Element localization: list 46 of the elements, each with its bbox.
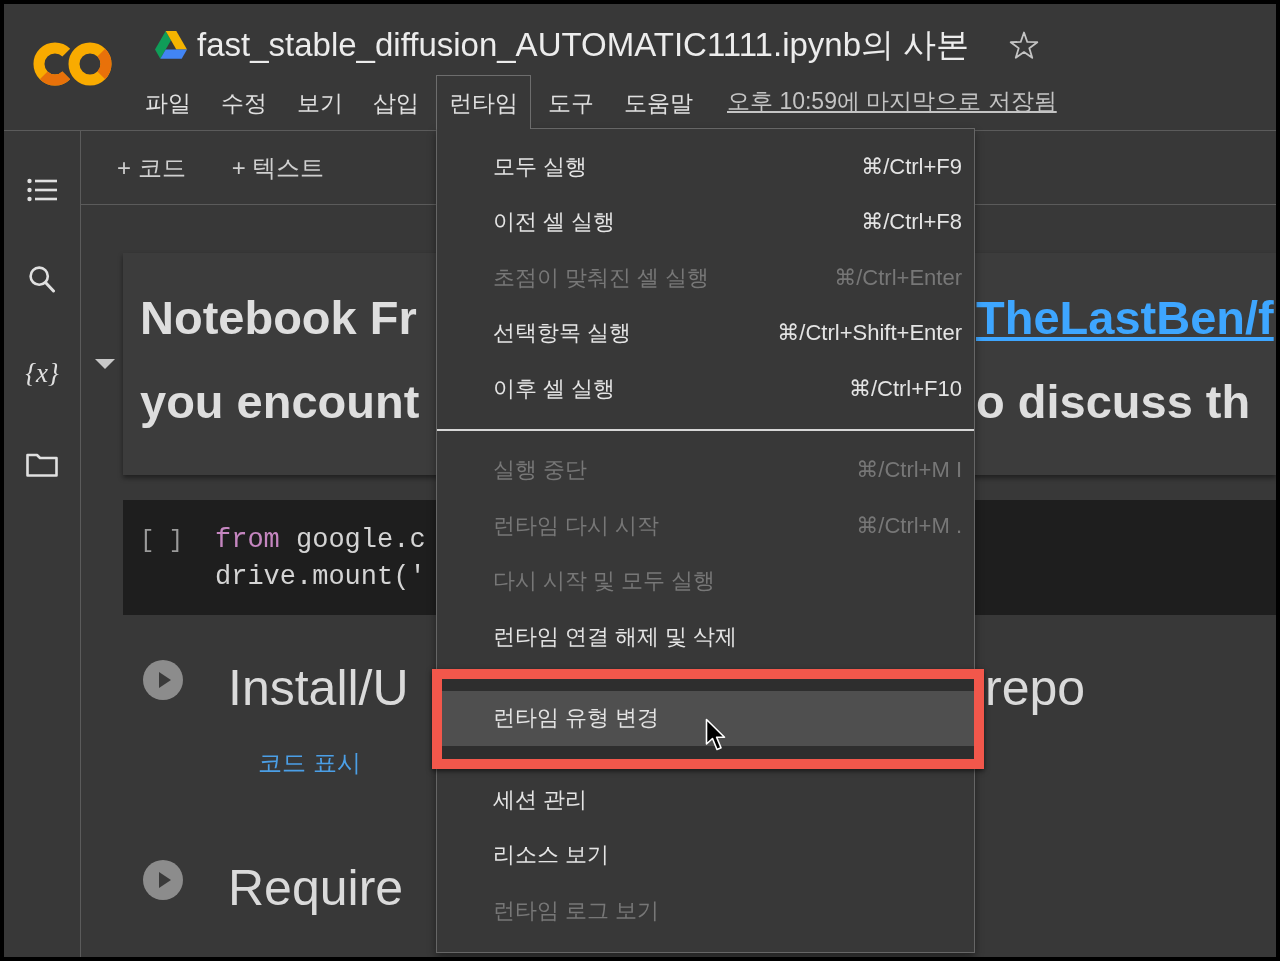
menu-item[interactable]: 런타임 연결 해제 및 삭제 [437, 609, 974, 665]
section-heading: Install/U [228, 659, 409, 718]
code-line: drive.mount(' [215, 561, 426, 594]
show-code-link[interactable]: 코드 표시 [258, 749, 361, 777]
star-icon[interactable] [1009, 30, 1040, 60]
menu-item[interactable]: 리소스 보기 [437, 827, 974, 883]
search-icon[interactable] [29, 266, 55, 293]
play-icon[interactable] [143, 660, 183, 700]
play-icon[interactable] [143, 860, 183, 900]
toolbar-button[interactable]: + 코드 [117, 151, 186, 184]
menu-item[interactable]: 세션 관리 [437, 772, 974, 828]
execution-count: [ ] [140, 526, 185, 556]
menu-item[interactable]: 모두 실행 ⌘/Ctrl+F9 [437, 139, 974, 195]
save-status-link[interactable]: 오후 10:59에 마지막으로 저장됨 [727, 75, 1057, 127]
variables-button[interactable]: {x} [25, 357, 59, 389]
keyboard-shortcut: ⌘/Ctrl+Shift+Enter [777, 320, 962, 347]
tricolor-triangle-icon [155, 31, 187, 59]
section-heading: repo [985, 659, 1086, 718]
code-line: from google.c [215, 524, 426, 557]
toolbar-button[interactable]: + 텍스트 [231, 151, 325, 184]
heading-text: you encount [140, 374, 420, 430]
document-title[interactable]: fast_stable_diffusion_AUTOMATIC1111.ipynb의 사본 [197, 26, 970, 64]
menu-item[interactable]: 이전 셀 실행 ⌘/Ctrl+F8 [437, 194, 974, 250]
menu-tab[interactable]: 수정 [208, 75, 280, 129]
menu-tab[interactable]: 도구 [535, 75, 607, 129]
keyboard-shortcut: ⌘/Ctrl+M . [856, 512, 962, 539]
cursor-icon [705, 717, 727, 752]
caret-icon[interactable] [95, 359, 115, 369]
menu-tab[interactable]: 삽입 [360, 75, 432, 129]
menu-item[interactable]: 선택항목 실행 ⌘/Ctrl+Shift+Enter [437, 305, 974, 361]
keyboard-shortcut: ⌘/Ctrl+Enter [834, 264, 962, 291]
keyboard-shortcut: ⌘/Ctrl+F9 [861, 153, 962, 180]
folder-icon[interactable] [26, 453, 58, 477]
menu-tab[interactable]: 파일 [132, 75, 204, 129]
keyboard-shortcut: ⌘/Ctrl+F8 [861, 209, 962, 236]
heading-link[interactable]: TheLastBen/f [976, 290, 1274, 346]
list-icon[interactable] [27, 178, 57, 202]
menu-item[interactable]: 이후 셀 실행 ⌘/Ctrl+F10 [437, 361, 974, 417]
keyboard-shortcut: ⌘/Ctrl+F10 [848, 375, 962, 402]
keyboard-shortcut: ⌘/Ctrl+M I [856, 457, 962, 484]
menu-tab[interactable]: 런타임 [436, 75, 531, 129]
heading-text: Notebook Fr [140, 290, 417, 346]
section-heading: Require [228, 859, 404, 918]
heading-text: o discuss th [976, 374, 1251, 430]
menu-tab[interactable]: 보기 [284, 75, 356, 129]
menu-tab[interactable]: 도움말 [611, 75, 706, 129]
